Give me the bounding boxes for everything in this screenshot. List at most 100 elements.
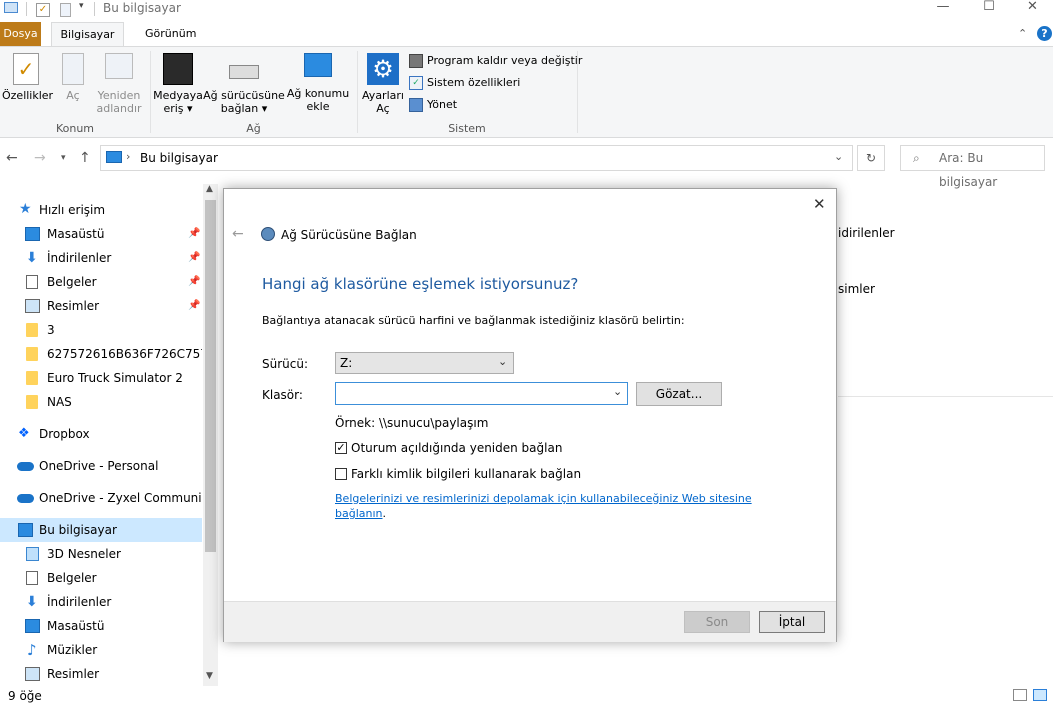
nav-onedrive-personal[interactable]: OneDrive - Personal	[0, 454, 202, 478]
close-icon[interactable]: ✕	[813, 195, 826, 213]
quick-access-dropdown-icon[interactable]: ▾	[79, 1, 84, 11]
scroll-up-icon[interactable]: ▲	[206, 184, 213, 194]
tab-computer[interactable]: Bilgisayar	[51, 22, 124, 47]
search-placeholder: Ara: Bu bilgisayar	[939, 151, 998, 189]
open-settings-button[interactable]: ⚙ Ayarları Aç	[361, 53, 405, 115]
dialog-title: Ağ Sürücüsüne Bağlan	[281, 228, 417, 242]
nav-label: Belgeler	[47, 571, 97, 585]
media-access-button[interactable]: Medyaya eriş ▾	[153, 53, 203, 115]
cancel-button[interactable]: İptal	[759, 611, 825, 633]
nav-item-folder[interactable]: 627572616B636F726C7575	[0, 342, 202, 366]
reconnect-label[interactable]: Oturum açıldığında yeniden bağlan	[351, 441, 562, 455]
system-properties-button[interactable]: ✓ Sistem özellikleri	[409, 75, 520, 91]
computer-icon	[18, 523, 33, 537]
maximize-button[interactable]: ☐	[966, 0, 1012, 16]
nav-item-3d-objects[interactable]: 3D Nesneler	[0, 542, 202, 566]
cloud-icon	[17, 462, 34, 471]
ribbon: ✓ Özellikler Aç Yeniden adlandır Konum M…	[0, 46, 1053, 138]
collapse-ribbon-icon[interactable]: ⌃	[1018, 27, 1027, 40]
close-window-button[interactable]: ✕	[1012, 0, 1053, 16]
nav-item-folder[interactable]: Euro Truck Simulator 2	[0, 366, 202, 390]
cloud-icon	[17, 494, 34, 503]
breadcrumb-item[interactable]: Bu bilgisayar	[140, 151, 218, 165]
minimize-button[interactable]: —	[920, 0, 966, 16]
pin-icon[interactable]: 📌	[188, 246, 200, 270]
forward-arrow-icon[interactable]: →	[34, 150, 46, 166]
group-label-network: Ağ	[246, 122, 261, 135]
drive-select[interactable]: Z: ⌄	[335, 352, 514, 374]
rename-button[interactable]: Yeniden adlandır	[92, 53, 146, 115]
nav-item-folder[interactable]: 3	[0, 318, 202, 342]
computer-icon	[106, 151, 122, 163]
up-arrow-icon[interactable]: ↑	[79, 150, 91, 166]
address-dropdown-icon[interactable]: ⌄	[834, 150, 843, 163]
browse-button[interactable]: Gözat...	[636, 382, 722, 406]
open-button[interactable]: Aç	[54, 53, 92, 102]
properties-quick-icon[interactable]: ✓	[36, 3, 50, 17]
address-field[interactable]: › Bu bilgisayar ⌄	[100, 145, 853, 171]
nav-item-downloads[interactable]: ⬇ İndirilenler	[0, 590, 202, 614]
back-arrow-icon[interactable]: ←	[6, 150, 18, 166]
content-item[interactable]: simler	[838, 282, 875, 296]
network-drive-icon	[229, 65, 259, 79]
pin-icon[interactable]: 📌	[188, 270, 200, 294]
refresh-icon: ↻	[865, 151, 877, 165]
nav-quick-access[interactable]: ★ Hızlı erişim	[0, 198, 202, 222]
folder-combobox[interactable]: ⌄	[335, 382, 628, 405]
pin-icon[interactable]: 📌	[188, 222, 200, 246]
nav-label: Hızlı erişim	[39, 203, 106, 217]
desktop-icon	[25, 619, 40, 633]
uninstall-program-button[interactable]: Program kaldır veya değiştir	[409, 53, 582, 69]
scroll-thumb[interactable]	[205, 200, 216, 552]
nav-item-pictures[interactable]: Resimler	[0, 662, 202, 686]
document-icon	[26, 571, 38, 585]
properties-button[interactable]: ✓ Özellikler	[2, 53, 53, 102]
nav-label: Masaüstü	[47, 227, 105, 241]
chevron-down-icon[interactable]: ⌄	[613, 385, 622, 398]
chevron-down-icon: ⌄	[498, 355, 508, 368]
system-properties-icon: ✓	[409, 76, 423, 90]
mapdrive-label-line2: bağlan ▾	[220, 102, 268, 115]
folder-icon	[26, 347, 38, 361]
scroll-down-icon[interactable]: ▼	[206, 671, 213, 681]
help-icon[interactable]: ?	[1037, 26, 1052, 41]
nav-item-desktop[interactable]: Masaüstü	[0, 614, 202, 638]
manage-button[interactable]: Yönet	[409, 97, 457, 113]
tab-file[interactable]: Dosya	[0, 22, 41, 46]
pictures-icon	[25, 667, 40, 681]
rename-label-line1: Yeniden	[97, 89, 141, 102]
website-link[interactable]: Belgelerinizi ve resimlerinizi depolamak…	[335, 492, 752, 505]
recent-locations-icon[interactable]: ▾	[61, 153, 66, 163]
nav-this-pc[interactable]: Bu bilgisayar	[0, 518, 202, 542]
nav-item-folder[interactable]: NAS	[0, 390, 202, 414]
nav-item-music[interactable]: ♪ Müzikler	[0, 638, 202, 662]
search-input[interactable]: ⌕ Ara: Bu bilgisayar	[900, 145, 1045, 189]
details-view-icon[interactable]	[1013, 689, 1027, 701]
breadcrumb-separator-icon[interactable]: ›	[126, 150, 130, 163]
refresh-button[interactable]: ↻	[857, 145, 885, 171]
nav-label: İndirilenler	[47, 251, 112, 265]
new-folder-quick-icon[interactable]	[60, 3, 71, 17]
drive-value: Z:	[340, 356, 353, 370]
nav-item-documents[interactable]: Belgeler	[0, 566, 202, 590]
website-link-cont[interactable]: bağlanın	[335, 507, 383, 520]
nav-item-pictures[interactable]: Resimler 📌	[0, 294, 202, 318]
nav-dropbox[interactable]: ❖ Dropbox	[0, 422, 202, 446]
tab-view[interactable]: Görünüm	[137, 22, 204, 46]
nav-item-downloads[interactable]: ⬇ İndirilenler 📌	[0, 246, 202, 270]
large-icons-view-icon[interactable]	[1033, 689, 1047, 701]
add-network-location-button[interactable]: Ağ konumu ekle	[286, 53, 350, 113]
back-arrow-icon[interactable]: ←	[232, 226, 244, 242]
ribbon-tabs: Dosya Bilgisayar Görünüm ⌃ ?	[0, 22, 1053, 47]
nav-item-documents[interactable]: Belgeler 📌	[0, 270, 202, 294]
diff-credentials-checkbox[interactable]	[335, 468, 347, 480]
diff-credentials-label[interactable]: Farklı kimlik bilgileri kullanarak bağla…	[351, 467, 581, 481]
pin-icon[interactable]: 📌	[188, 294, 200, 318]
finish-button[interactable]: Son	[684, 611, 750, 633]
nav-item-desktop[interactable]: Masaüstü 📌	[0, 222, 202, 246]
reconnect-checkbox[interactable]: ✓	[335, 442, 347, 454]
nav-onedrive-work[interactable]: OneDrive - Zyxel Communicati	[0, 486, 202, 510]
content-item[interactable]: idirilenler	[838, 226, 895, 240]
dialog-instruction: Bağlantıya atanacak sürücü harfini ve ba…	[262, 314, 685, 327]
map-network-drive-button[interactable]: Ağ sürücüsüne bağlan ▾	[203, 53, 285, 115]
